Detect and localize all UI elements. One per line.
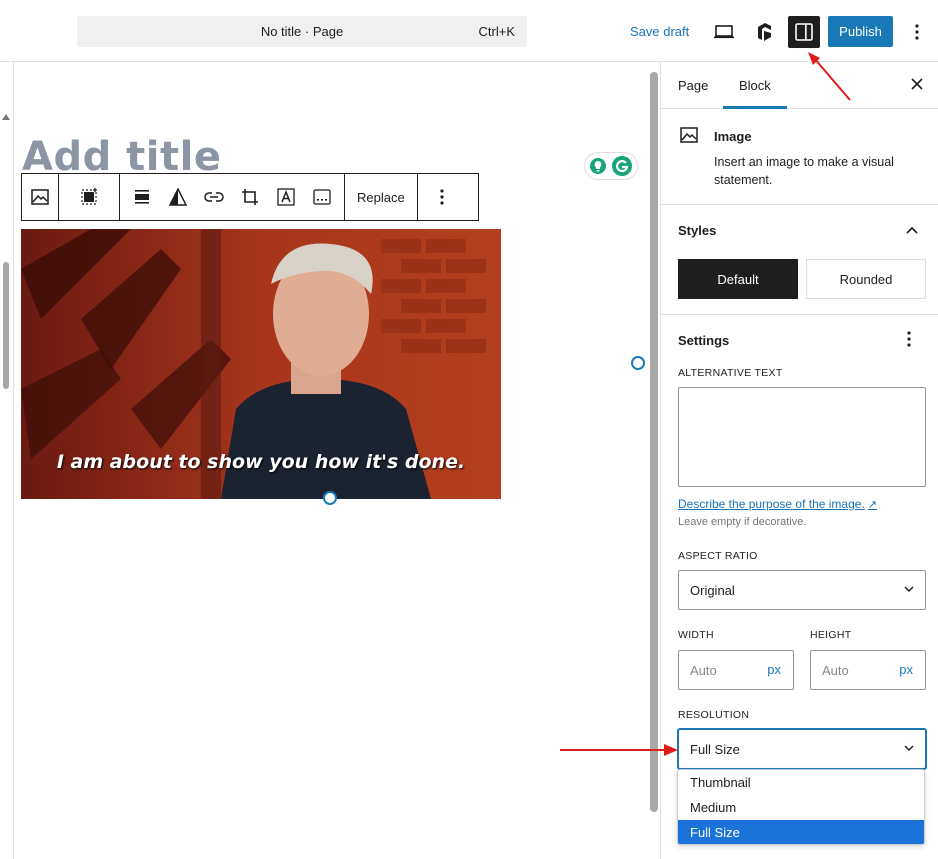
chevron-down-icon (904, 586, 914, 593)
annotation-arrow-icon (560, 744, 678, 756)
chevron-down-icon (904, 745, 914, 752)
replace-group: Replace (345, 174, 418, 220)
duotone-filter-icon[interactable] (160, 174, 196, 220)
link-icon[interactable] (196, 174, 232, 220)
block-toolbar: Replace (21, 173, 479, 221)
image-block[interactable]: I am about to show you how it's done. (21, 229, 501, 499)
height-unit[interactable]: px (899, 662, 913, 677)
lightbulb-icon (590, 158, 606, 174)
height-label: HEIGHT (810, 629, 852, 641)
resize-handle-right[interactable] (631, 356, 645, 370)
align-icon[interactable] (124, 174, 160, 220)
aspect-ratio-value: Original (690, 583, 735, 598)
tab-page[interactable]: Page (678, 78, 708, 93)
crop-icon[interactable] (232, 174, 268, 220)
more-options-icon[interactable] (424, 174, 460, 220)
format-group (120, 174, 345, 220)
document-title: No title · Page (260, 24, 344, 39)
aspect-ratio-select[interactable]: Original (678, 570, 926, 610)
canvas-scrollbar-thumb[interactable] (650, 72, 658, 812)
resolution-dropdown: Thumbnail Medium Full Size (677, 769, 925, 845)
tab-block[interactable]: Block (739, 78, 771, 93)
caption-icon[interactable] (304, 174, 340, 220)
block-type-group (22, 174, 59, 220)
jetpack-icon[interactable] (748, 16, 780, 48)
resolution-select[interactable]: Full Size (678, 729, 926, 769)
command-shortcut: Ctrl+K (478, 24, 515, 39)
describe-link-text[interactable]: Describe the purpose of the image. (678, 497, 865, 511)
alt-text-field[interactable] (678, 387, 926, 487)
block-name: Image (714, 129, 752, 144)
block-card: Image Insert an image to make a visual s… (661, 109, 938, 205)
save-draft-button[interactable]: Save draft (630, 24, 689, 39)
settings-sidebar-toggle-icon[interactable] (788, 16, 820, 48)
options-menu-icon[interactable] (905, 16, 929, 48)
chevron-up-icon[interactable] (905, 223, 919, 238)
resolution-value: Full Size (690, 742, 740, 757)
external-link-icon: ↗ (867, 499, 877, 511)
left-scrollbar[interactable] (0, 62, 14, 859)
aspect-ratio-label: ASPECT RATIO (678, 550, 758, 562)
resolution-label: RESOLUTION (678, 709, 750, 721)
annotation-arrow-icon (808, 52, 851, 101)
width-input[interactable]: Auto px (678, 650, 794, 690)
image-icon (680, 127, 698, 146)
grammarly-widget[interactable] (584, 152, 638, 180)
height-placeholder: Auto (822, 663, 849, 678)
block-description: Insert an image to make a visual stateme… (714, 155, 894, 187)
close-icon[interactable] (909, 76, 925, 92)
option-thumbnail[interactable]: Thumbnail (678, 770, 924, 795)
image-block-icon[interactable] (22, 174, 58, 220)
select-parent-group (59, 174, 120, 220)
style-rounded-button[interactable]: Rounded (806, 259, 926, 299)
option-full-size[interactable]: Full Size (678, 820, 924, 844)
settings-sidebar: Page Block Image Insert an image to make… (660, 62, 938, 859)
editor-header: No title · Page Ctrl+K Save draft Publis… (0, 0, 938, 62)
styles-panel: Styles Default Rounded (661, 205, 938, 315)
preview-device-icon[interactable] (708, 16, 740, 48)
option-medium[interactable]: Medium (678, 795, 924, 820)
describe-purpose-link[interactable]: Describe the purpose of the image. ↗ (678, 497, 877, 511)
editor-screen: { "header": { "command_title": "No title… (0, 0, 938, 859)
settings-options-icon[interactable] (907, 331, 911, 350)
styles-title[interactable]: Styles (678, 223, 716, 238)
alt-text-help: Leave empty if decorative. (678, 516, 807, 528)
image-gif-caption: I am about to show you how it's done. (56, 451, 466, 473)
more-options-group (418, 174, 466, 220)
publish-button[interactable]: Publish (828, 16, 893, 47)
text-overlay-icon[interactable] (268, 174, 304, 220)
scrollbar-thumb[interactable] (3, 262, 9, 389)
width-label: WIDTH (678, 629, 714, 641)
style-default-button[interactable]: Default (678, 259, 798, 299)
select-parent-icon[interactable] (71, 174, 107, 220)
width-unit[interactable]: px (767, 662, 781, 677)
replace-button[interactable]: Replace (345, 174, 417, 220)
settings-title: Settings (678, 333, 730, 348)
alt-text-label: ALTERNATIVE TEXT (678, 367, 783, 379)
resize-handle-bottom[interactable] (323, 491, 337, 505)
width-placeholder: Auto (690, 663, 717, 678)
height-input[interactable]: Auto px (810, 650, 926, 690)
scroll-up-arrow-icon[interactable] (2, 114, 10, 120)
command-palette-bar[interactable]: No title · Page Ctrl+K (77, 16, 527, 47)
grammarly-icon (612, 156, 632, 176)
